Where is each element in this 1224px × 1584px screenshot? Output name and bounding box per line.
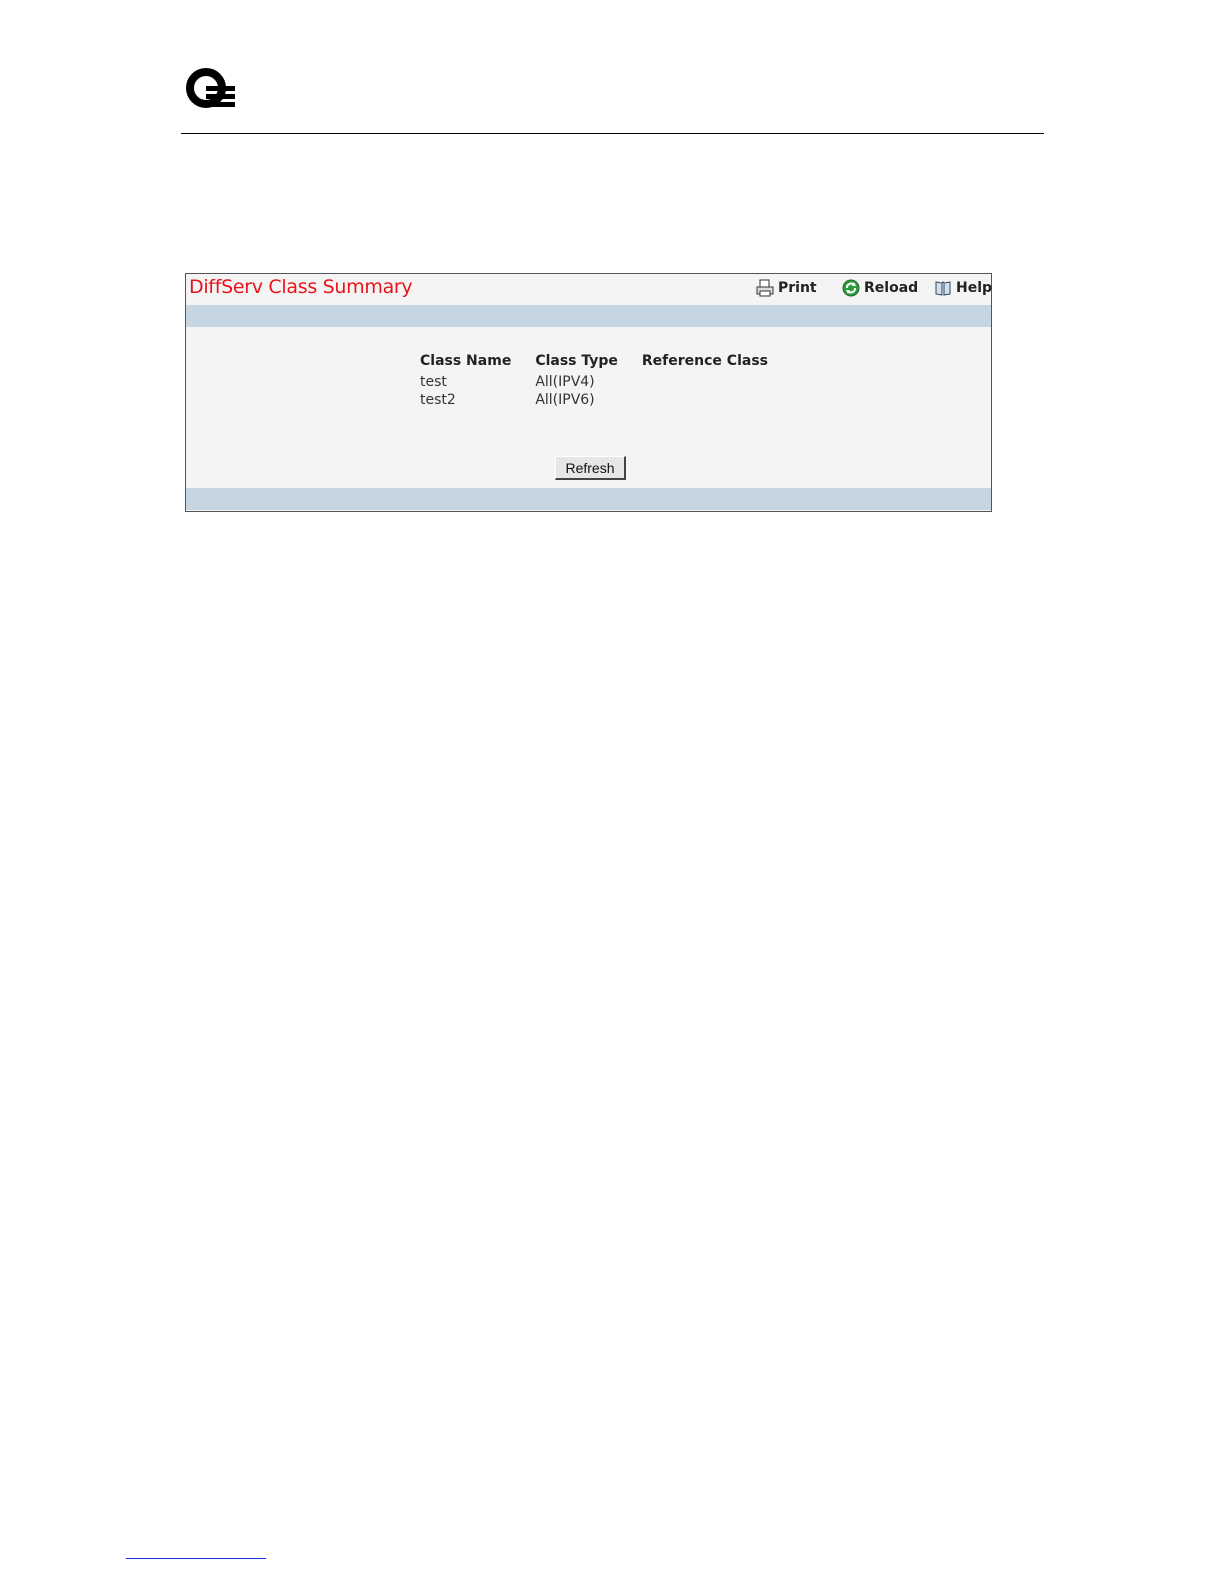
cell-class-name: test — [420, 374, 447, 390]
table-header-row: Class Name Class Type Reference Class — [418, 351, 790, 373]
cell-class-type: All(IPV4) — [535, 374, 595, 390]
class-summary-table: Class Name Class Type Reference Class te… — [418, 351, 790, 409]
cell-reference-class — [640, 391, 790, 409]
table-row: test All(IPV4) — [418, 373, 790, 391]
footer-divider — [126, 1558, 266, 1559]
header-divider — [181, 133, 1044, 134]
printer-icon — [756, 279, 774, 297]
column-header-class-name: Class Name — [420, 353, 512, 369]
reload-link[interactable]: Reload — [842, 279, 918, 297]
refresh-button[interactable]: Refresh — [555, 456, 626, 480]
footer-band — [186, 488, 991, 510]
print-label: Print — [778, 280, 817, 296]
panel-title: DiffServ Class Summary — [189, 276, 413, 298]
column-header-class-type: Class Type — [535, 353, 618, 369]
table-row: test2 All(IPV6) — [418, 391, 790, 409]
company-logo — [186, 68, 235, 108]
diffserv-class-summary-panel: DiffServ Class Summary Print Reload Help — [185, 273, 992, 512]
help-link[interactable]: Help — [934, 279, 992, 297]
header-band — [186, 305, 991, 327]
help-label: Help — [956, 280, 993, 296]
cell-class-name: test2 — [420, 392, 456, 408]
cell-class-type: All(IPV6) — [535, 392, 595, 408]
column-header-reference-class: Reference Class — [641, 353, 768, 369]
reload-icon — [842, 279, 860, 297]
reload-label: Reload — [864, 280, 919, 296]
help-book-icon — [935, 281, 951, 296]
print-link[interactable]: Print — [756, 279, 817, 297]
cell-reference-class — [640, 373, 790, 391]
